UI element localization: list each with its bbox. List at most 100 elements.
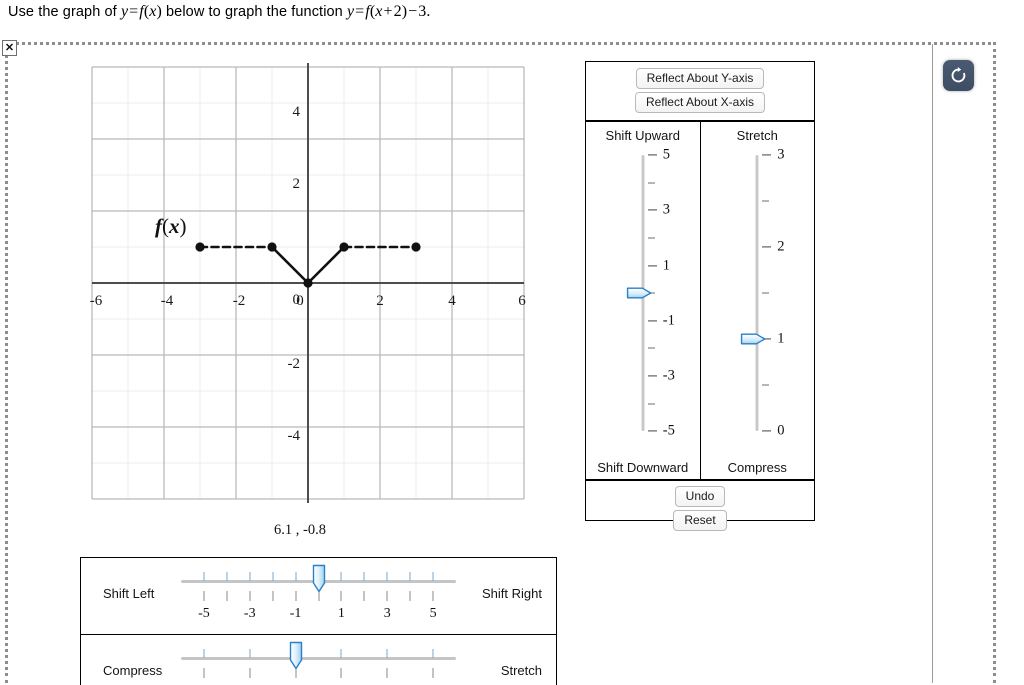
shift-upward-label: Shift Upward [605, 128, 680, 143]
undo-reset-group: Undo Reset [586, 479, 814, 537]
close-icon[interactable]: ✕ [2, 40, 17, 56]
slider-tick-lower [363, 591, 365, 601]
stretch-label: Stretch [736, 128, 778, 143]
slider-tick-lower [340, 591, 342, 601]
slider-thumb[interactable] [741, 332, 767, 346]
slider-tick-label: 5 [429, 606, 437, 621]
shift-horizontal-row: Shift Left -5 -3 -1 1 3 5 Shift Right [81, 558, 556, 634]
x-tick-label: 6 [518, 293, 526, 309]
shift-horizontal-slider[interactable]: -5 -3 -1 1 3 5 [181, 558, 456, 634]
horizontal-sliders-panel: Shift Left -5 -3 -1 1 3 5 Shift Right Compres… [80, 557, 557, 685]
slider-tick [643, 174, 655, 191]
stretch-slider-column: Stretch 3210 Compress [701, 122, 815, 479]
slider-thumb[interactable] [288, 641, 303, 671]
reflect-about-x-axis-button[interactable]: Reflect About X-axis [634, 92, 766, 113]
y-tick-label: 0 [293, 292, 301, 308]
y-tick-label: -2 [288, 356, 301, 372]
shift-vertical-slider-column: Shift Upward 5 3 1 -1 -3 -5 Shift Downward [586, 122, 701, 479]
slider-thumb[interactable] [626, 286, 652, 300]
slider-tick-label: 1 [337, 606, 345, 621]
slider-tick-labeled: 0 [757, 422, 785, 439]
slider-tick [340, 572, 342, 581]
refresh-icon[interactable] [943, 60, 974, 91]
x-tick-label: -4 [161, 293, 174, 309]
slider-tick [295, 572, 297, 581]
slider-tick-label: 3 [383, 606, 391, 621]
x-tick-label: -6 [90, 293, 103, 309]
slider-tick [363, 572, 365, 581]
graph-area[interactable]: -6 -4 -2 0 2 4 6 4 2 0 -2 -4 f(x) 6.1 , … [60, 55, 540, 538]
coordinate-readout: 6.1 , -0.8 [274, 522, 326, 538]
slider-tick-lower [409, 591, 411, 601]
slider-tick [386, 572, 388, 581]
stretch-vertical-slider[interactable]: 3210 [701, 147, 815, 439]
slider-tick-label: -3 [243, 606, 256, 621]
coordinate-plane[interactable]: -6 -4 -2 0 2 4 6 4 2 0 -2 -4 f(x) [60, 55, 540, 525]
data-point [267, 242, 277, 252]
slider-tick [432, 649, 434, 658]
scale-horizontal-row: Compress Stretch [81, 634, 556, 685]
slider-tick [757, 193, 770, 210]
slider-tick [409, 572, 411, 581]
vertical-sliders-row: Shift Upward 5 3 1 -1 -3 -5 Shift Downward St… [586, 122, 814, 479]
panel-divider [932, 44, 933, 683]
slider-tick [203, 572, 205, 581]
stretch-label-horizontal: Stretch [500, 663, 542, 678]
slider-tick [340, 649, 342, 658]
slider-tick-lower [295, 591, 297, 601]
slider-tick [757, 377, 770, 394]
slider-tick-lower [226, 591, 228, 601]
x-tick-label: 2 [376, 293, 384, 309]
prompt-num-2: 2 [393, 3, 402, 20]
slider-tick-lower [340, 668, 342, 678]
shift-left-label: Shift Left [103, 586, 155, 601]
slider-tick-lower [249, 591, 251, 601]
reset-button[interactable]: Reset [673, 510, 727, 531]
y-tick-label: 4 [293, 104, 301, 120]
slider-tick-labeled: 1 [643, 257, 670, 274]
reflect-button-group: Reflect About Y-axis Reflect About X-axi… [586, 62, 814, 122]
compress-label-horizontal: Compress [103, 663, 163, 678]
slider-tick [643, 340, 655, 357]
transformation-panel: Reflect About Y-axis Reflect About X-axi… [585, 61, 815, 531]
prompt-eq-1: = [129, 3, 139, 20]
slider-tick-labeled: 3 [643, 202, 670, 219]
slider-tick-lower [386, 591, 388, 601]
shift-right-label: Shift Right [482, 586, 542, 601]
slider-tick-lower [432, 591, 434, 601]
slider-tick [203, 649, 205, 658]
scale-horizontal-slider[interactable] [181, 635, 456, 685]
slider-tick-lower [272, 591, 274, 601]
slider-tick-labeled: 5 [643, 146, 670, 163]
prompt-eq-2: = [355, 3, 365, 20]
prompt-period: . [426, 3, 431, 20]
prompt-text-1: Use the graph of [8, 4, 121, 20]
app-root: Use the graph of y=f(x) below to graph t… [0, 0, 1024, 685]
shift-downward-label: Shift Downward [597, 460, 689, 475]
slider-thumb[interactable] [311, 564, 326, 594]
slider-tick [226, 572, 228, 581]
slider-track [181, 657, 456, 660]
slider-tick [249, 572, 251, 581]
slider-tick-labeled: 2 [757, 238, 785, 255]
curve-segment-solid-right [306, 245, 346, 285]
slider-tick [643, 229, 655, 246]
slider-tick-label: -1 [289, 606, 302, 621]
slider-tick [249, 649, 251, 658]
slider-tick [386, 649, 388, 658]
data-point [303, 278, 313, 288]
data-point [411, 242, 421, 252]
reflect-about-y-axis-button[interactable]: Reflect About Y-axis [635, 68, 765, 89]
page-title: Use the graph of y=f(x) below to graph t… [8, 3, 431, 21]
shift-vertical-slider[interactable]: 5 3 1 -1 -3 -5 [586, 147, 700, 439]
slider-tick [432, 572, 434, 581]
slider-tick-lower [203, 668, 205, 678]
slider-tick-lower [203, 591, 205, 601]
x-tick-label: -2 [233, 293, 246, 309]
slider-tick [643, 395, 655, 412]
y-tick-label: -4 [288, 428, 301, 444]
slider-tick-labeled: -5 [643, 422, 675, 439]
prompt-plus: + [383, 3, 393, 20]
undo-button[interactable]: Undo [674, 486, 726, 507]
data-point [339, 242, 349, 252]
